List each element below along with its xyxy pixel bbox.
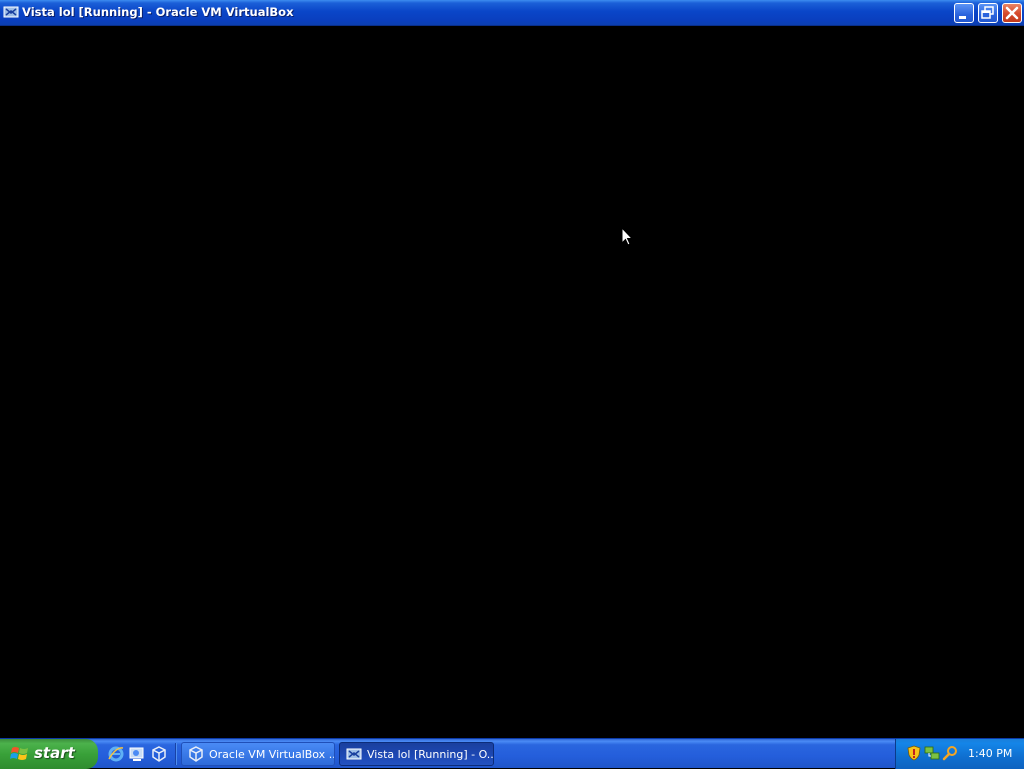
windows-flag-icon [10, 747, 28, 760]
clock[interactable]: 1:40 PM [968, 747, 1012, 760]
taskbar: start Oracle VM VirtualBox ... Vista lol… [0, 738, 1024, 769]
close-button[interactable] [1002, 3, 1022, 23]
system-tray: 1:40 PM [895, 739, 1024, 769]
virtualbox-vm-window: Vista lol [Running] - Oracle VM VirtualB… [0, 0, 1024, 738]
start-button[interactable]: start [0, 739, 98, 769]
virtualbox-vm-icon [346, 746, 362, 762]
vm-display-area[interactable] [0, 26, 1024, 738]
minimize-button[interactable] [954, 3, 974, 23]
taskbar-button-vista-vm[interactable]: Vista lol [Running] - O... [339, 742, 494, 766]
start-label: start [34, 744, 75, 762]
quick-launch-separator [175, 743, 177, 765]
search-icon[interactable] [942, 745, 958, 761]
virtualbox-vm-icon[interactable] [3, 4, 19, 20]
task-label: Vista lol [Running] - O... [367, 748, 494, 761]
restore-button[interactable] [978, 3, 998, 23]
virtualbox-icon [188, 746, 204, 762]
mouse-pointer-icon [621, 227, 633, 246]
network-icon[interactable] [924, 745, 940, 761]
virtualbox-icon[interactable] [150, 745, 168, 763]
internet-explorer-icon[interactable] [107, 745, 125, 763]
show-desktop-icon[interactable] [128, 745, 146, 763]
taskbar-button-virtualbox-manager[interactable]: Oracle VM VirtualBox ... [181, 742, 335, 766]
window-title: Vista lol [Running] - Oracle VM VirtualB… [22, 5, 294, 19]
task-label: Oracle VM VirtualBox ... [209, 748, 335, 761]
security-shield-icon[interactable] [906, 745, 922, 761]
window-titlebar[interactable]: Vista lol [Running] - Oracle VM VirtualB… [0, 0, 1024, 26]
